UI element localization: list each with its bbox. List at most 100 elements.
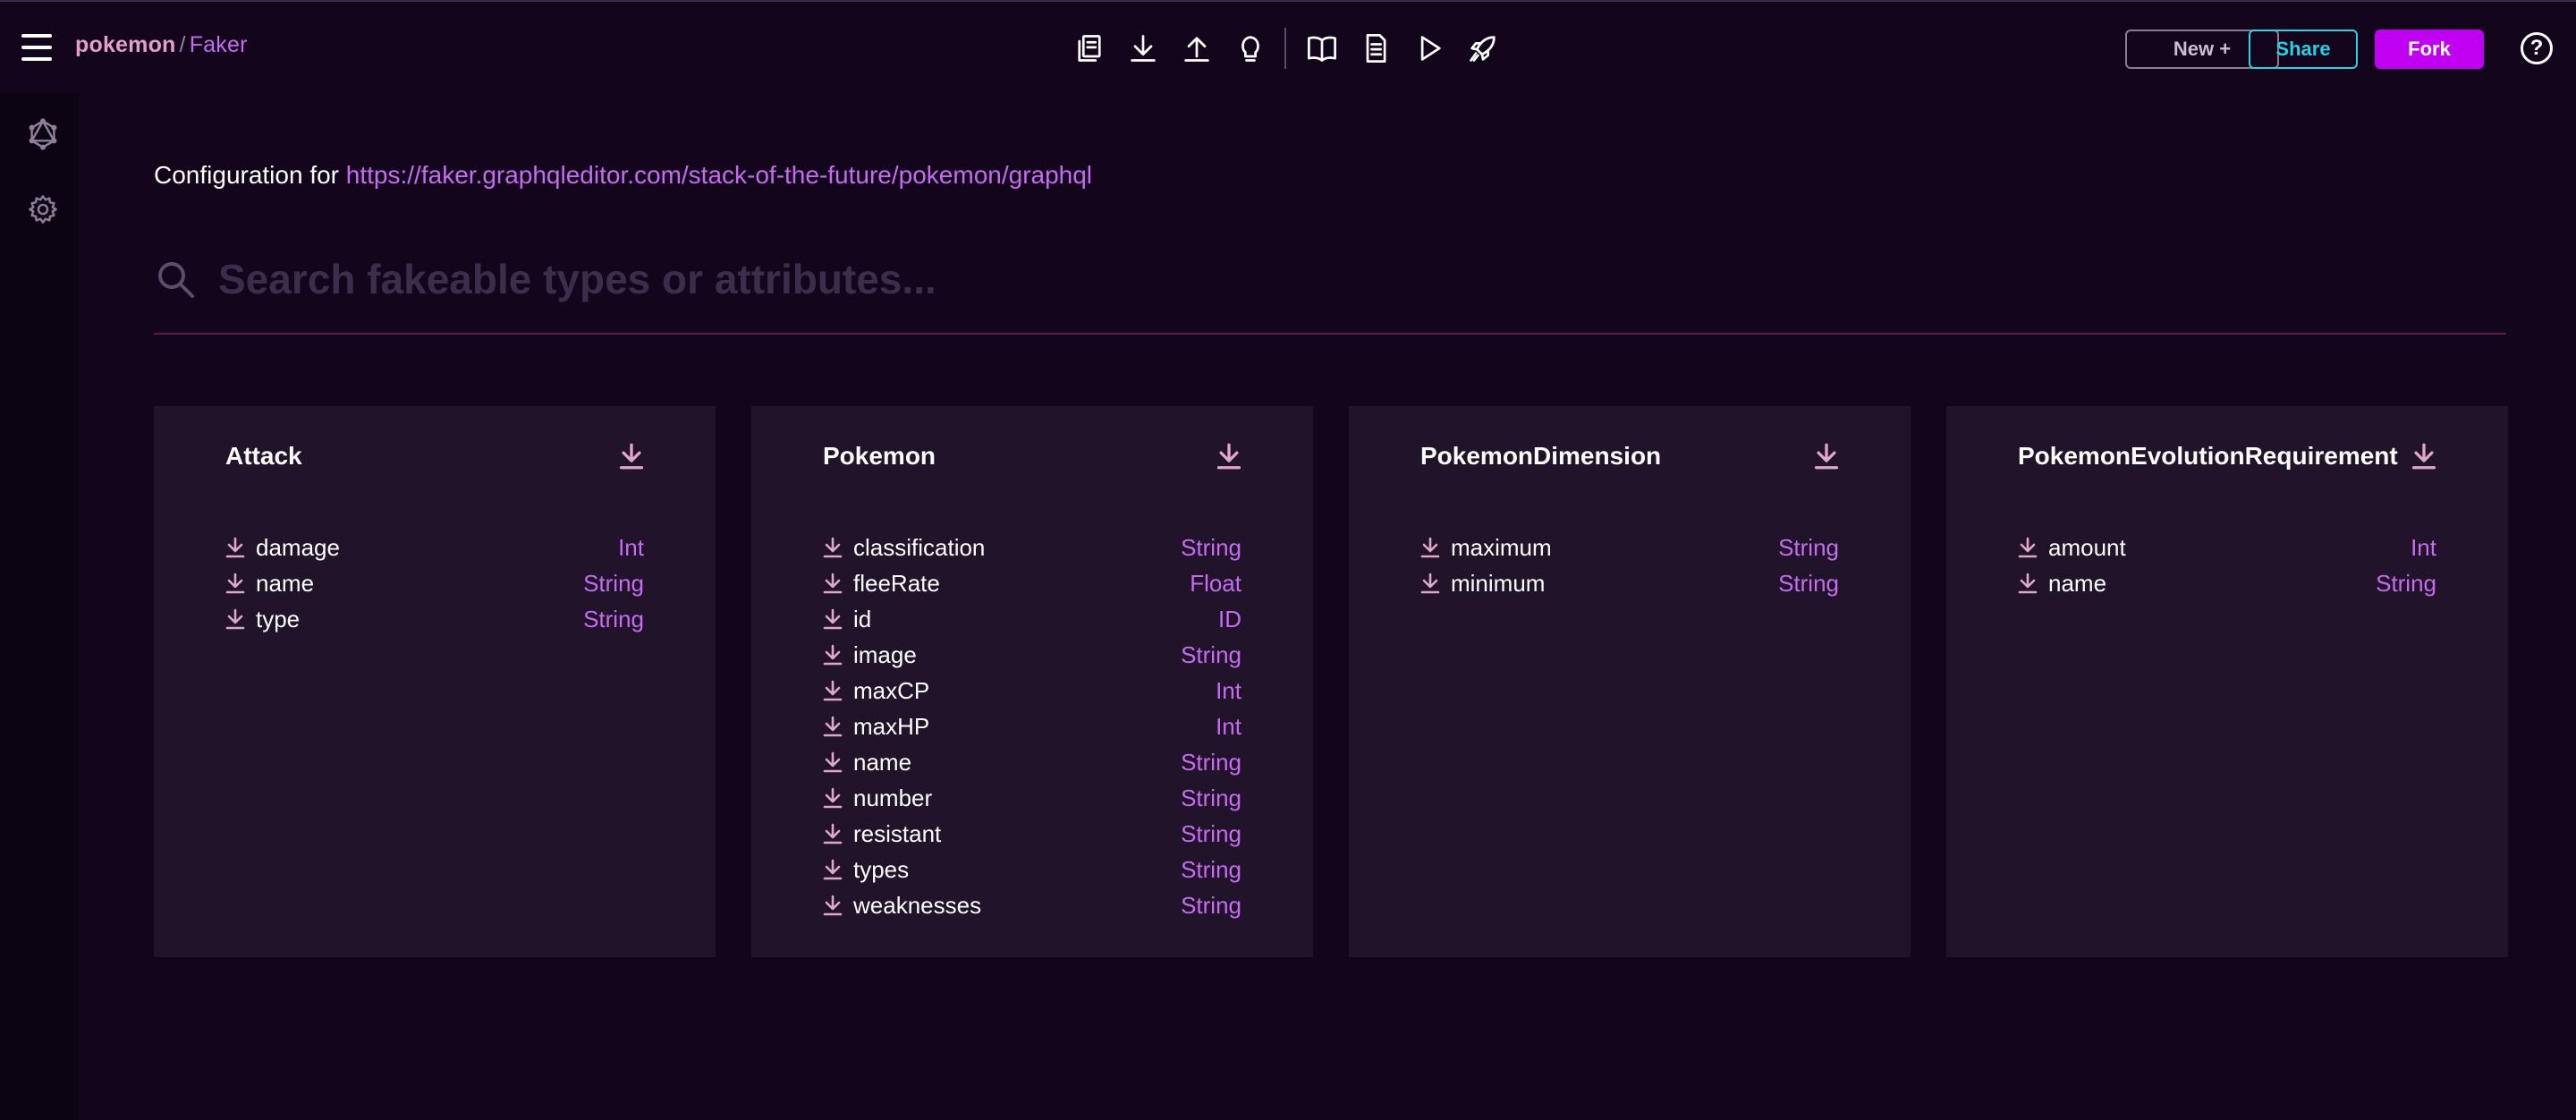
search-bar bbox=[154, 229, 2506, 335]
download-type-icon[interactable] bbox=[1216, 442, 1241, 471]
field-row[interactable]: fleeRate Float bbox=[823, 565, 1241, 601]
field-type: String bbox=[1778, 569, 1839, 597]
field-type: ID bbox=[1218, 605, 1241, 632]
download-field-icon[interactable] bbox=[823, 644, 843, 666]
type-card-title: Pokemon bbox=[823, 442, 936, 470]
download-field-icon[interactable] bbox=[1420, 573, 1440, 594]
breadcrumb-page: Faker bbox=[189, 32, 248, 57]
hamburger-menu-icon[interactable] bbox=[21, 34, 52, 61]
field-row[interactable]: name String bbox=[2018, 565, 2436, 601]
download-field-icon[interactable] bbox=[823, 537, 843, 558]
field-row[interactable]: image String bbox=[823, 637, 1241, 673]
settings-gear-icon[interactable] bbox=[25, 191, 61, 227]
field-row[interactable]: maxCP Int bbox=[823, 673, 1241, 708]
download-field-icon[interactable] bbox=[2018, 573, 2038, 594]
download-field-icon[interactable] bbox=[2018, 537, 2038, 558]
play-icon[interactable] bbox=[1402, 27, 1456, 70]
help-icon[interactable]: ? bbox=[2521, 32, 2553, 64]
type-card-title: PokemonEvolutionRequirement bbox=[2018, 442, 2398, 470]
type-card: Pokemon classification String fleeRate Float… bbox=[751, 406, 1313, 957]
download-type-icon[interactable] bbox=[619, 442, 644, 471]
field-type: Int bbox=[618, 533, 644, 561]
download-field-icon[interactable] bbox=[823, 859, 843, 880]
document-icon[interactable] bbox=[1349, 27, 1402, 70]
breadcrumb-project[interactable]: pokemon bbox=[75, 32, 176, 57]
field-row[interactable]: number String bbox=[823, 780, 1241, 816]
breadcrumb: pokemon / Faker bbox=[75, 32, 248, 58]
download-type-icon[interactable] bbox=[2411, 442, 2436, 471]
field-list: damage Int name String type String bbox=[225, 530, 644, 637]
field-name: maximum bbox=[1451, 533, 1552, 561]
upload-icon[interactable] bbox=[1170, 27, 1224, 70]
field-row[interactable]: damage Int bbox=[225, 530, 644, 565]
download-field-icon[interactable] bbox=[225, 537, 245, 558]
field-type: String bbox=[583, 605, 644, 632]
download-field-icon[interactable] bbox=[225, 573, 245, 594]
download-field-icon[interactable] bbox=[823, 573, 843, 594]
configuration-label: Configuration for bbox=[154, 161, 340, 189]
type-card-title: Attack bbox=[225, 442, 302, 470]
field-type: String bbox=[1181, 855, 1241, 883]
type-card-title: PokemonDimension bbox=[1420, 442, 1662, 470]
download-field-icon[interactable] bbox=[823, 716, 843, 737]
field-row[interactable]: id ID bbox=[823, 601, 1241, 637]
type-card: PokemonDimension maximum String minimum Stri… bbox=[1349, 406, 1911, 957]
download-field-icon[interactable] bbox=[823, 895, 843, 916]
download-icon[interactable] bbox=[1116, 27, 1170, 70]
field-row[interactable]: name String bbox=[225, 565, 644, 601]
field-name: fleeRate bbox=[853, 569, 940, 597]
toolbar-divider bbox=[1284, 28, 1286, 69]
fork-button[interactable]: Fork bbox=[2375, 30, 2484, 69]
field-row[interactable]: resistant String bbox=[823, 816, 1241, 852]
field-row[interactable]: classification String bbox=[823, 530, 1241, 565]
top-bar: pokemon / Faker New + Share Fork ? bbox=[0, 0, 2576, 93]
type-card: PokemonEvolutionRequirement amount Int name… bbox=[1946, 406, 2508, 957]
download-field-icon[interactable] bbox=[225, 608, 245, 630]
field-name: maxCP bbox=[853, 676, 930, 704]
download-field-icon[interactable] bbox=[823, 680, 843, 701]
field-type: String bbox=[1181, 784, 1241, 811]
field-row[interactable]: minimum String bbox=[1420, 565, 1839, 601]
copy-icon[interactable] bbox=[1063, 27, 1116, 70]
field-name: type bbox=[256, 605, 301, 632]
download-field-icon[interactable] bbox=[823, 823, 843, 844]
field-name: classification bbox=[853, 533, 986, 561]
field-name: resistant bbox=[853, 819, 942, 847]
field-row[interactable]: maxHP Int bbox=[823, 708, 1241, 744]
field-row[interactable]: amount Int bbox=[2018, 530, 2436, 565]
field-name: maxHP bbox=[853, 712, 930, 740]
field-name: damage bbox=[256, 533, 340, 561]
field-list: maximum String minimum String bbox=[1420, 530, 1839, 601]
download-field-icon[interactable] bbox=[823, 751, 843, 773]
download-type-icon[interactable] bbox=[1814, 442, 1839, 471]
book-icon[interactable] bbox=[1295, 27, 1349, 70]
search-icon bbox=[154, 258, 197, 301]
lightbulb-icon[interactable] bbox=[1224, 27, 1277, 70]
field-name: id bbox=[853, 605, 872, 632]
download-field-icon[interactable] bbox=[823, 608, 843, 630]
field-row[interactable]: type String bbox=[225, 601, 644, 637]
field-row[interactable]: maximum String bbox=[1420, 530, 1839, 565]
download-field-icon[interactable] bbox=[823, 787, 843, 809]
field-row[interactable]: name String bbox=[823, 744, 1241, 780]
field-type: String bbox=[583, 569, 644, 597]
configuration-url-link[interactable]: https://faker.graphqleditor.com/stack-of… bbox=[346, 161, 1092, 189]
download-field-icon[interactable] bbox=[1420, 537, 1440, 558]
type-card: Attack damage Int name String type String bbox=[154, 406, 716, 957]
sidebar bbox=[0, 93, 79, 1120]
field-type: Int bbox=[2411, 533, 2436, 561]
rocket-icon[interactable] bbox=[1456, 27, 1510, 70]
field-type: String bbox=[1778, 533, 1839, 561]
field-name: types bbox=[853, 855, 910, 883]
main-content: Configuration for https://faker.graphqle… bbox=[79, 93, 2576, 1120]
field-row[interactable]: types String bbox=[823, 852, 1241, 887]
field-name: weaknesses bbox=[853, 891, 982, 919]
configuration-line: Configuration for https://faker.graphqle… bbox=[154, 161, 1092, 190]
share-button[interactable]: Share bbox=[2249, 30, 2358, 69]
field-list: amount Int name String bbox=[2018, 530, 2436, 601]
graphql-icon[interactable] bbox=[25, 116, 61, 152]
field-type: String bbox=[1181, 819, 1241, 847]
field-row[interactable]: weaknesses String bbox=[823, 887, 1241, 923]
field-name: name bbox=[2048, 569, 2107, 597]
search-input[interactable] bbox=[218, 250, 2454, 308]
